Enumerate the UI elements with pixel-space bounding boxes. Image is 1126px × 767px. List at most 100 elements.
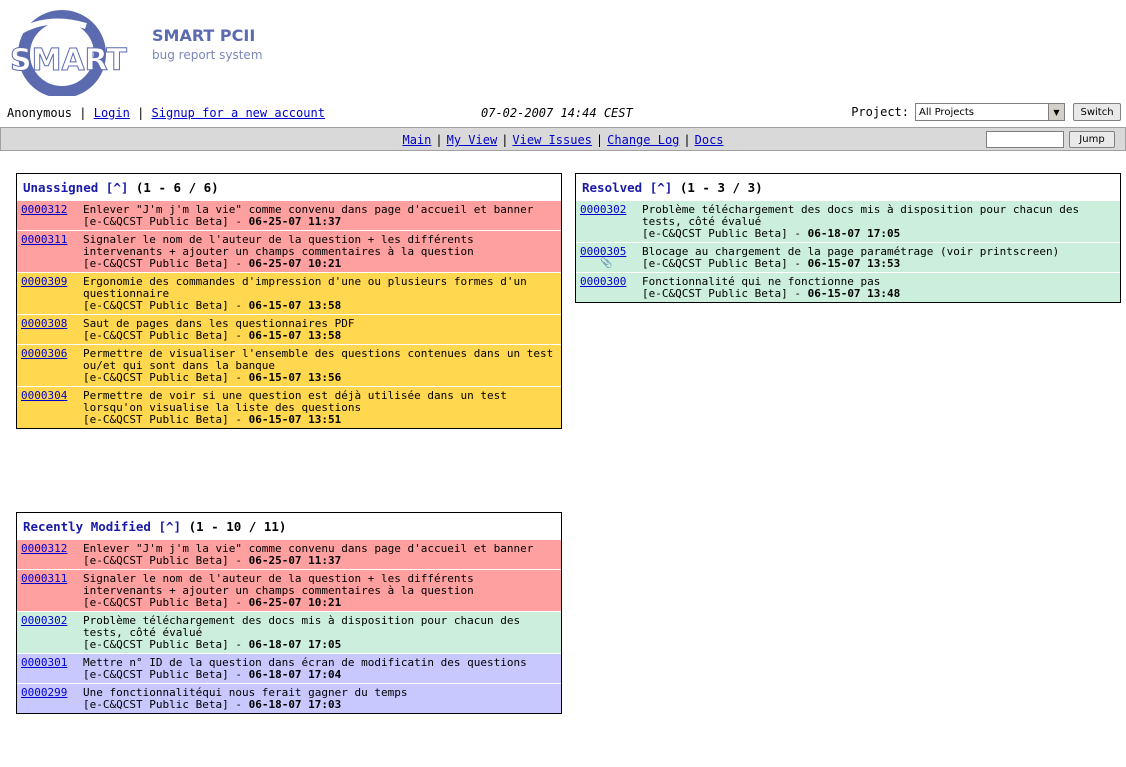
unassigned-title[interactable]: Unassigned: [23, 180, 98, 195]
issue-id-link[interactable]: 0000312: [21, 542, 67, 555]
issue-date: 06-15-07 13:56: [248, 371, 342, 384]
issue-id-link[interactable]: 0000311: [21, 233, 67, 246]
issue-meta: [e-C&QCST Public Beta] - 06-25-07 10:21: [83, 258, 557, 270]
menu-item-view-issues[interactable]: View Issues: [512, 133, 591, 147]
issue-meta: [e-C&QCST Public Beta] - 06-18-07 17:03: [83, 699, 557, 711]
issue-id-link[interactable]: 0000305: [580, 245, 626, 258]
issue-id-cell: 0000308: [21, 318, 83, 342]
issue-summary: Ergonomie des commandes d'impression d'u…: [83, 275, 527, 300]
issue-id-link[interactable]: 0000301: [21, 656, 67, 669]
user-links: Anonymous | Login | Signup for a new acc…: [7, 106, 325, 120]
logo-text: SMART: [10, 43, 127, 78]
signup-link[interactable]: Signup for a new account: [152, 106, 325, 120]
issue-body: Problème téléchargement des docs mis à d…: [83, 615, 557, 651]
issue-date: 06-25-07 11:37: [248, 554, 342, 567]
issue-row: 0000308 Saut de pages dans les questionna…: [17, 314, 561, 344]
issue-meta: [e-C&QCST Public Beta] - 06-18-07 17:04: [83, 669, 557, 681]
current-datetime: 07-02-2007 14:44 CEST: [481, 106, 633, 120]
issue-body: Enlever "J'm j'm la vie" comme convenu d…: [83, 204, 557, 228]
issue-id-link[interactable]: 0000312: [21, 203, 67, 216]
issue-project: [e-C&QCST Public Beta] -: [642, 257, 808, 270]
issue-id-link[interactable]: 0000299: [21, 686, 67, 699]
menu-item-main[interactable]: Main: [402, 133, 431, 147]
recently-modified-panel: Recently Modified [^] (1 - 10 / 11) 0000…: [16, 512, 562, 714]
main-menu: Main | My View | View Issues | Change Log | Docs: [402, 133, 724, 147]
issue-row: 0000305 📎 Blocage au chargement de la page…: [576, 242, 1120, 272]
issue-row: 0000299 Une fonctionnalitéqui nous ferait…: [17, 683, 561, 713]
issue-meta: [e-C&QCST Public Beta] - 06-15-07 13:56: [83, 372, 557, 384]
issue-id-link[interactable]: 0000304: [21, 389, 67, 402]
issue-row: 0000302 Problème téléchargement des docs …: [17, 611, 561, 653]
issue-date: 06-15-07 13:48: [807, 287, 901, 300]
project-select-value: All Projects: [919, 106, 974, 118]
resolved-top-link[interactable]: [^]: [650, 180, 673, 195]
recent-header: Recently Modified [^] (1 - 10 / 11): [17, 513, 561, 539]
issue-project: [e-C&QCST Public Beta] -: [83, 668, 249, 681]
issue-date: 06-25-07 10:21: [248, 596, 342, 609]
issue-row: 0000300 Fonctionnalité qui ne fonctionne …: [576, 272, 1120, 302]
issue-id-cell: 0000312: [21, 543, 83, 567]
menu-item-my-view[interactable]: My View: [447, 133, 498, 147]
app-subtitle: bug report system: [152, 48, 263, 62]
issue-id-link[interactable]: 0000302: [580, 203, 626, 216]
issue-row: 0000301 Mettre n° ID de la question dans …: [17, 653, 561, 683]
issue-date: 06-15-07 13:51: [248, 413, 342, 426]
attachment-icon[interactable]: 📎: [600, 258, 642, 270]
login-link[interactable]: Login: [94, 106, 130, 120]
issue-row: 0000306 Permettre de visualiser l'ensembl…: [17, 344, 561, 386]
issue-meta: [e-C&QCST Public Beta] - 06-15-07 13:53: [642, 258, 1116, 270]
jump-button[interactable]: Jump: [1069, 131, 1115, 148]
issue-date: 06-18-07 17:05: [248, 638, 342, 651]
issue-id-link[interactable]: 0000308: [21, 317, 67, 330]
issue-project: [e-C&QCST Public Beta] -: [83, 698, 249, 711]
issue-meta: [e-C&QCST Public Beta] - 06-25-07 11:37: [83, 216, 557, 228]
dropdown-arrow-icon[interactable]: ▼: [1048, 104, 1064, 120]
issue-id-cell: 0000312: [21, 204, 83, 228]
issue-summary: Signaler le nom de l'auteur de la questi…: [83, 572, 474, 597]
issue-id-link[interactable]: 0000300: [580, 275, 626, 288]
issue-date: 06-18-07 17:04: [248, 668, 342, 681]
issue-date: 06-25-07 11:37: [248, 215, 342, 228]
issue-date: 06-15-07 13:58: [248, 299, 342, 312]
current-user: Anonymous: [7, 106, 73, 120]
login-bar: Anonymous | Login | Signup for a new acc…: [7, 103, 1121, 123]
recent-title[interactable]: Recently Modified: [23, 519, 151, 534]
issue-id-link[interactable]: 0000302: [21, 614, 67, 627]
main-menu-bar: Main | My View | View Issues | Change Log | Docs…: [0, 127, 1126, 151]
recent-top-link[interactable]: [^]: [158, 519, 181, 534]
issue-meta: [e-C&QCST Public Beta] - 06-18-07 17:05: [642, 228, 1116, 240]
unassigned-range: (1 - 6 / 6): [135, 180, 219, 195]
menu-item-change-log[interactable]: Change Log: [607, 133, 679, 147]
issue-summary: Permettre de voir si une question est dé…: [83, 389, 507, 414]
resolved-title[interactable]: Resolved: [582, 180, 642, 195]
issue-project: [e-C&QCST Public Beta] -: [83, 371, 249, 384]
resolved-range: (1 - 3 / 3): [679, 180, 763, 195]
issue-body: Signaler le nom de l'auteur de la questi…: [83, 234, 557, 270]
issue-date: 06-15-07 13:53: [807, 257, 901, 270]
issue-id-cell: 0000311: [21, 234, 83, 270]
unassigned-top-link[interactable]: [^]: [106, 180, 129, 195]
issue-summary: Signaler le nom de l'auteur de la questi…: [83, 233, 474, 258]
issue-id-cell: 0000304: [21, 390, 83, 426]
issue-project: [e-C&QCST Public Beta] -: [83, 413, 249, 426]
issue-row: 0000309 Ergonomie des commandes d'impress…: [17, 272, 561, 314]
resolved-rows: 0000302 Problème téléchargement des docs …: [576, 200, 1120, 302]
issue-row: 0000302 Problème téléchargement des docs …: [576, 200, 1120, 242]
issue-date: 06-15-07 13:58: [248, 329, 342, 342]
issue-date: 06-18-07 17:05: [807, 227, 901, 240]
unassigned-header: Unassigned [^] (1 - 6 / 6): [17, 174, 561, 200]
issue-body: Permettre de voir si une question est dé…: [83, 390, 557, 426]
issue-id-cell: 0000306: [21, 348, 83, 384]
switch-button[interactable]: Switch: [1073, 103, 1121, 121]
issue-id-link[interactable]: 0000311: [21, 572, 67, 585]
jump-input[interactable]: [986, 131, 1064, 148]
issue-body: Signaler le nom de l'auteur de la questi…: [83, 573, 557, 609]
project-label: Project:: [851, 105, 909, 119]
unassigned-panel: Unassigned [^] (1 - 6 / 6) 0000312 Enleve…: [16, 173, 562, 429]
project-select[interactable]: All Projects ▼: [915, 103, 1065, 121]
issue-id-link[interactable]: 0000309: [21, 275, 67, 288]
issue-summary: Permettre de visualiser l'ensemble des q…: [83, 347, 554, 372]
issue-project: [e-C&QCST Public Beta] -: [83, 257, 249, 270]
menu-item-docs[interactable]: Docs: [695, 133, 724, 147]
issue-id-link[interactable]: 0000306: [21, 347, 67, 360]
